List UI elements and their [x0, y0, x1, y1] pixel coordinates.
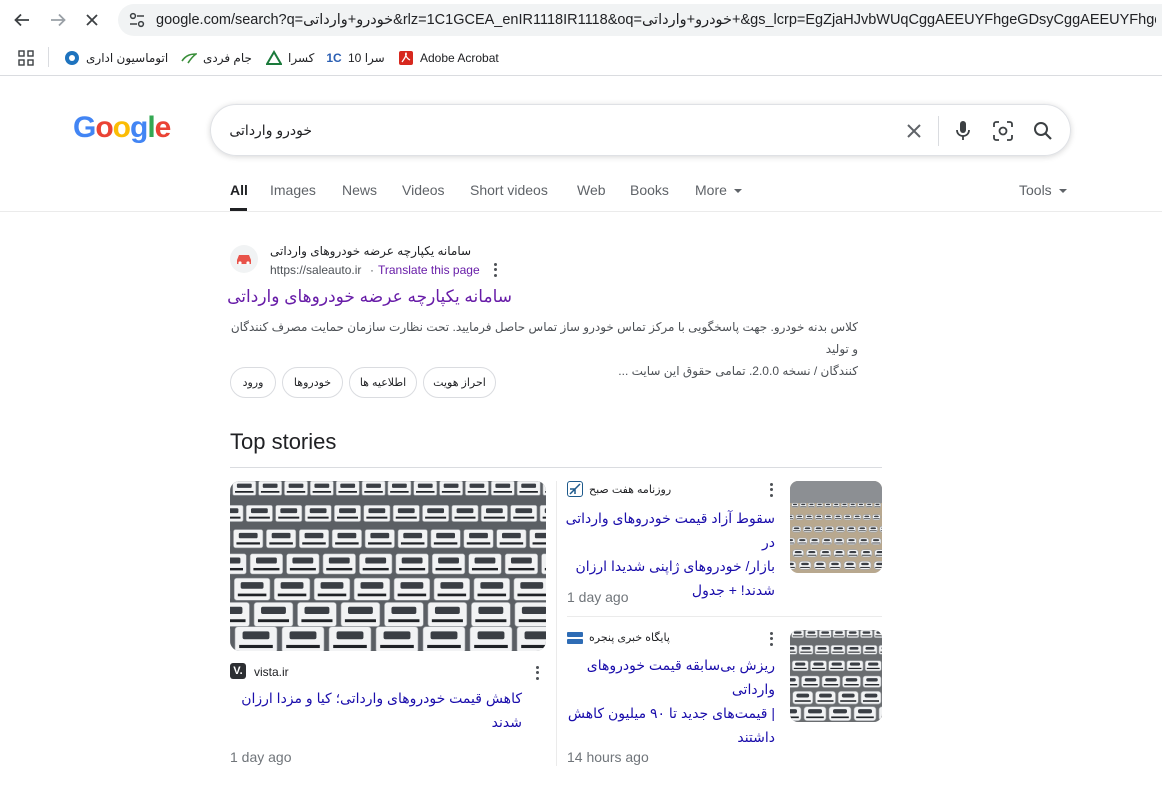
- sitelink-chip[interactable]: خودروها: [282, 367, 343, 398]
- story-title-link[interactable]: کاهش قیمت خودروهای وارداتی؛ کیا و مزدا ا…: [222, 686, 522, 734]
- result-site-name[interactable]: سامانه یکپارچه عرضه خودروهای وارداتی: [270, 244, 471, 258]
- story-image[interactable]: [230, 481, 546, 651]
- panjereh-source-icon: [567, 630, 583, 646]
- search-button[interactable]: [1031, 119, 1055, 143]
- bookmark-jam[interactable]: جام فردی: [181, 49, 252, 67]
- bookmark-acrobat[interactable]: Adobe Acrobat: [398, 49, 499, 67]
- sitelink-chip[interactable]: اطلاعیه ها: [349, 367, 417, 398]
- kasra-icon: [266, 50, 282, 66]
- tab-tools[interactable]: Tools: [1019, 182, 1067, 198]
- sara-icon: 1C: [326, 51, 342, 65]
- car-lot-aerial-photo: [790, 481, 882, 573]
- result-more-button[interactable]: [490, 262, 500, 278]
- story-time: 14 hours ago: [567, 749, 649, 765]
- story-time: 1 day ago: [230, 749, 292, 765]
- url-separator: ·: [370, 263, 374, 277]
- tab-short-videos[interactable]: Short videos: [470, 182, 548, 198]
- story-source[interactable]: پایگاه خبری پنجره: [589, 631, 670, 644]
- back-button[interactable]: [10, 8, 34, 32]
- bookmark-sara[interactable]: 1C سرا 10: [326, 49, 384, 67]
- sitelink-chip[interactable]: ورود: [230, 367, 276, 398]
- story-thumbnail[interactable]: [790, 630, 882, 722]
- bookmarks-bar: اتوماسیون اداری جام فردی کسرا 1C سرا 10 …: [0, 40, 1162, 76]
- haft-sobh-source-icon: [567, 481, 583, 497]
- result-title-link[interactable]: سامانه یکپارچه عرضه خودروهای وارداتی: [227, 287, 512, 307]
- acrobat-icon: [398, 50, 414, 66]
- story-title-link[interactable]: ریزش بی‌سابقه قیمت خودروهای وارداتی | قی…: [563, 653, 775, 749]
- apps-button[interactable]: [18, 49, 34, 67]
- search-box-divider: [938, 116, 939, 146]
- forward-button[interactable]: [46, 8, 70, 32]
- stories-column-divider: [556, 481, 557, 766]
- story-source[interactable]: vista.ir: [254, 665, 289, 679]
- tab-books[interactable]: Books: [630, 182, 669, 198]
- bookmarks-divider: [48, 47, 49, 67]
- story-thumbnail[interactable]: [790, 481, 882, 573]
- car-icon: [237, 255, 251, 265]
- top-stories-heading: Top stories: [230, 429, 337, 454]
- parked-cars-photo: [230, 481, 546, 651]
- search-tabs: All Images News Videos Short videos Web …: [0, 172, 1162, 212]
- story-source[interactable]: روزنامه هفت صبح: [589, 483, 671, 496]
- parked-cars-photo: [790, 630, 882, 722]
- image-search-button[interactable]: [991, 119, 1015, 143]
- url-text[interactable]: google.com/search?q=خودرو+وارداتی&rlz=1C…: [156, 12, 1156, 28]
- arrow-right-icon: [51, 13, 66, 27]
- omnibox[interactable]: google.com/search?q=خودرو+وارداتی&rlz=1C…: [118, 4, 1162, 36]
- story-more-button[interactable]: [532, 665, 542, 681]
- story-more-button[interactable]: [766, 631, 776, 647]
- search-input[interactable]: خودرو وارداتی: [229, 122, 312, 139]
- close-icon: [907, 124, 921, 138]
- story-title-link[interactable]: سقوط آزاد قیمت خودروهای وارداتی در بازار…: [563, 506, 775, 602]
- story-more-button[interactable]: [766, 482, 776, 498]
- result-site-url[interactable]: https://saleauto.ir: [270, 263, 361, 277]
- tab-videos[interactable]: Videos: [402, 182, 445, 198]
- bookmark-kasra[interactable]: کسرا: [266, 49, 314, 67]
- tab-more[interactable]: More: [695, 182, 742, 198]
- jam-icon: [181, 50, 197, 66]
- tab-all[interactable]: All: [230, 182, 248, 198]
- active-tab-indicator: [230, 208, 247, 211]
- camera-lens-icon: [993, 121, 1013, 141]
- sitelink-chip[interactable]: احراز هویت: [423, 367, 496, 398]
- arrow-left-icon: [14, 13, 29, 27]
- voice-search-button[interactable]: [951, 119, 975, 143]
- search-box[interactable]: خودرو وارداتی: [210, 104, 1071, 156]
- translate-link[interactable]: Translate this page: [378, 263, 480, 277]
- bookmark-automation[interactable]: اتوماسیون اداری: [64, 49, 168, 67]
- microphone-icon: [956, 121, 970, 140]
- clear-search-button[interactable]: [902, 119, 926, 143]
- caret-down-icon: [1058, 189, 1067, 193]
- tab-web[interactable]: Web: [577, 182, 606, 198]
- browser-address-row: google.com/search?q=خودرو+وارداتی&rlz=1C…: [0, 0, 1162, 40]
- story-time: 1 day ago: [567, 589, 629, 605]
- google-logo[interactable]: Google: [73, 111, 171, 145]
- stories-row-divider: [567, 616, 882, 617]
- close-icon: [86, 14, 98, 26]
- stop-loading-button[interactable]: [80, 8, 104, 32]
- search-icon: [1034, 122, 1052, 140]
- top-stories-divider: [230, 467, 882, 468]
- tab-images[interactable]: Images: [270, 182, 316, 198]
- site-settings-icon[interactable]: [128, 11, 146, 29]
- automation-icon: [64, 50, 80, 66]
- caret-down-icon: [733, 189, 742, 193]
- apps-grid-icon: [18, 50, 34, 66]
- tab-news[interactable]: News: [342, 182, 377, 198]
- vista-source-icon: V.: [230, 663, 246, 679]
- result-favicon[interactable]: [230, 245, 258, 273]
